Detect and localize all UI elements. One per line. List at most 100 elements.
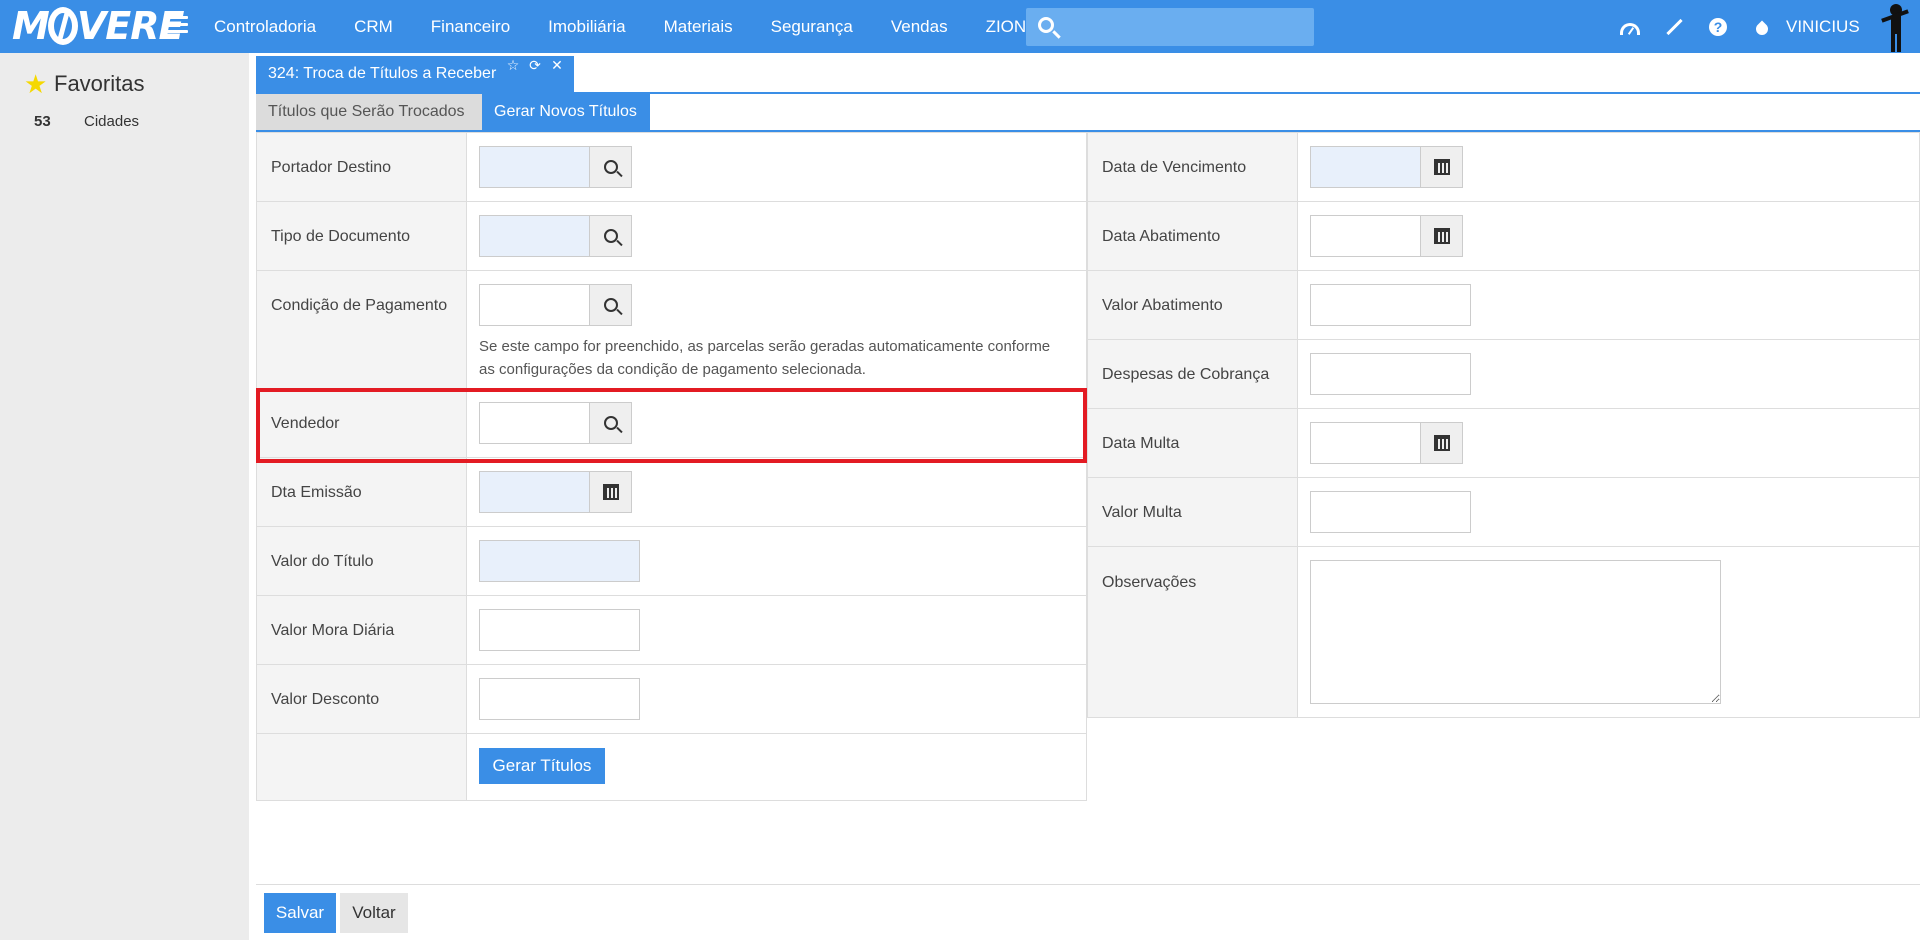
value-data-abatimento (1298, 202, 1919, 270)
valor-desconto-input[interactable] (479, 678, 640, 720)
row-valor-mora: Valor Mora Diária (257, 596, 1086, 665)
condicao-pagamento-hint: Se este campo for preenchido, as parcela… (479, 338, 1051, 378)
label-data-abatimento: Data Abatimento (1088, 202, 1298, 270)
label-valor-multa: Valor Multa (1088, 478, 1298, 546)
data-multa-input[interactable] (1310, 422, 1420, 464)
user-avatar-icon[interactable] (1880, 2, 1910, 52)
menu-materiais[interactable]: Materiais (664, 0, 733, 53)
value-observacoes (1298, 547, 1919, 717)
hamburger-menu-icon[interactable] (166, 16, 188, 36)
value-valor-mora (467, 596, 1086, 664)
tab-titulos-trocados[interactable]: Títulos que Serão Trocados (256, 94, 482, 130)
row-portador-destino: Portador Destino (257, 133, 1086, 202)
menu-crm[interactable]: CRM (354, 0, 393, 53)
value-tipo-documento (467, 202, 1086, 270)
valor-abatimento-input[interactable] (1310, 284, 1471, 326)
value-condicao-pagamento: Se este campo for preenchido, as parcela… (467, 271, 1086, 388)
movere-logo[interactable]: M VERE (12, 4, 184, 48)
favorite-star-icon[interactable]: ☆ (504, 56, 522, 74)
row-dta-emissao: Dta Emissão (257, 458, 1086, 527)
theme-drop-icon[interactable] (1752, 17, 1772, 37)
row-valor-titulo: Valor do Título (257, 527, 1086, 596)
condicao-pagamento-search-button[interactable] (589, 284, 632, 326)
vendedor-group (479, 402, 632, 444)
window-tab[interactable]: 324: Troca de Títulos a Receber ☆ ⟳ ✕ (256, 56, 574, 92)
footer-actions: Salvar Voltar (256, 884, 1920, 940)
back-button[interactable]: Voltar (340, 893, 408, 933)
tab-gerar-novos-titulos[interactable]: Gerar Novos Títulos (482, 94, 650, 130)
save-button[interactable]: Salvar (264, 893, 336, 933)
data-vencimento-calendar-button[interactable] (1420, 146, 1463, 188)
search-input[interactable] (1066, 8, 1306, 46)
value-valor-multa (1298, 478, 1919, 546)
username[interactable]: VINICIUS (1786, 17, 1860, 37)
row-valor-abatimento: Valor Abatimento (1088, 271, 1919, 340)
label-dta-emissao: Dta Emissão (257, 458, 467, 526)
favorite-item-number: 53 (34, 113, 51, 130)
search-icon (603, 298, 618, 312)
condicao-pagamento-group (479, 284, 632, 326)
gerar-titulos-button[interactable]: Gerar Títulos (479, 748, 605, 784)
menu-financeiro[interactable]: Financeiro (431, 0, 510, 53)
refresh-icon[interactable]: ⟳ (526, 56, 544, 74)
label-portador-destino: Portador Destino (257, 133, 467, 201)
magic-wand-icon[interactable] (1664, 17, 1684, 37)
condicao-pagamento-input[interactable] (479, 284, 589, 326)
data-abatimento-calendar-button[interactable] (1420, 215, 1463, 257)
value-portador-destino (467, 133, 1086, 201)
search-icon (603, 160, 618, 174)
left-form: Portador Destino Tipo de Documento Condi… (256, 132, 1087, 801)
row-actions: Gerar Títulos (257, 734, 1086, 800)
data-vencimento-group (1310, 146, 1463, 188)
row-observacoes: Observações (1088, 547, 1919, 717)
vendedor-search-button[interactable] (589, 402, 632, 444)
label-data-vencimento: Data de Vencimento (1088, 133, 1298, 201)
sidebar: ★ Favoritas 53 Cidades (0, 53, 249, 940)
favorite-item-label: Cidades (84, 113, 140, 130)
valor-titulo-input[interactable] (479, 540, 640, 582)
dta-emissao-group (479, 471, 632, 513)
star-icon: ★ (24, 69, 48, 99)
data-abatimento-input[interactable] (1310, 215, 1420, 257)
help-icon[interactable]: ? (1708, 17, 1728, 37)
menu-controladoria[interactable]: Controladoria (214, 0, 316, 53)
label-valor-mora: Valor Mora Diária (257, 596, 467, 664)
row-valor-multa: Valor Multa (1088, 478, 1919, 547)
data-vencimento-input[interactable] (1310, 146, 1420, 188)
vendedor-input[interactable] (479, 402, 589, 444)
menu-zion[interactable]: ZION (986, 0, 1027, 53)
dta-emissao-input[interactable] (479, 471, 589, 513)
window-tools: ☆ ⟳ ✕ (504, 56, 570, 74)
main-menu: Controladoria CRM Financeiro Imobiliária… (214, 0, 1064, 53)
right-form: Data de Vencimento Data Abatimento Valor… (1087, 132, 1920, 718)
tipo-documento-input[interactable] (479, 215, 589, 257)
data-multa-calendar-button[interactable] (1420, 422, 1463, 464)
label-empty (257, 734, 467, 800)
label-despesas-cobranca: Despesas de Cobrança (1088, 340, 1298, 408)
tipo-documento-search-button[interactable] (589, 215, 632, 257)
row-valor-desconto: Valor Desconto (257, 665, 1086, 734)
dta-emissao-calendar-button[interactable] (589, 471, 632, 513)
label-valor-desconto: Valor Desconto (257, 665, 467, 733)
close-icon[interactable]: ✕ (548, 56, 566, 74)
row-vendedor: Vendedor (257, 389, 1086, 458)
valor-multa-input[interactable] (1310, 491, 1471, 533)
value-vendedor (467, 389, 1086, 457)
label-tipo-documento: Tipo de Documento (257, 202, 467, 270)
dashboard-gauge-icon[interactable] (1620, 17, 1640, 37)
calendar-icon (1433, 159, 1450, 175)
menu-imobiliaria[interactable]: Imobiliária (548, 0, 625, 53)
portador-destino-search-button[interactable] (589, 146, 632, 188)
menu-seguranca[interactable]: Segurança (771, 0, 853, 53)
tipo-documento-group (479, 215, 632, 257)
value-despesas-cobranca (1298, 340, 1919, 408)
top-right-icons: ? VINICIUS (1620, 0, 1860, 53)
favorite-item-cidades[interactable]: 53 Cidades (34, 113, 139, 130)
row-data-multa: Data Multa (1088, 409, 1919, 478)
menu-vendas[interactable]: Vendas (891, 0, 948, 53)
portador-destino-input[interactable] (479, 146, 589, 188)
top-navbar: M VERE Controladoria CRM Financeiro Imobi… (0, 0, 1920, 53)
valor-mora-input[interactable] (479, 609, 640, 651)
observacoes-textarea[interactable] (1310, 560, 1721, 704)
despesas-cobranca-input[interactable] (1310, 353, 1471, 395)
